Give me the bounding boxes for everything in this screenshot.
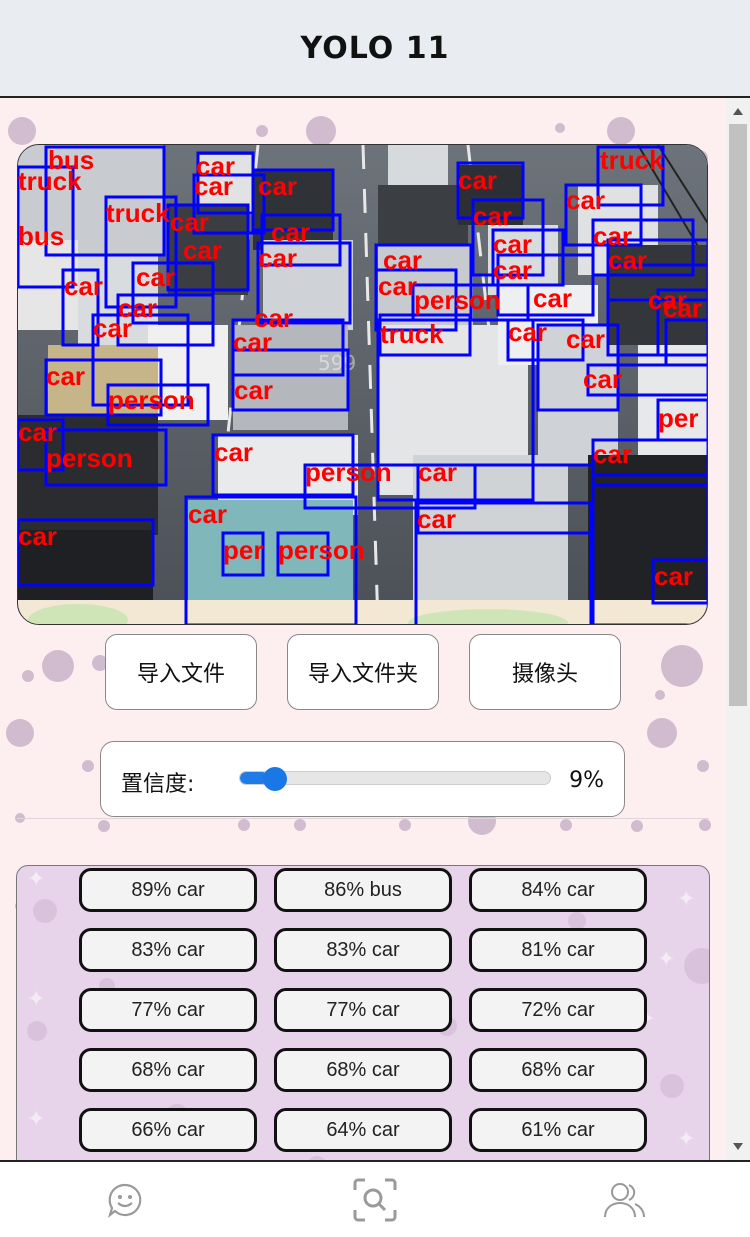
svg-text:truck: truck bbox=[106, 198, 170, 228]
bottom-tab-bar bbox=[0, 1160, 750, 1237]
result-chip[interactable]: 89% car bbox=[79, 868, 257, 912]
svg-text:✦: ✦ bbox=[27, 1107, 45, 1132]
svg-text:car: car bbox=[234, 375, 273, 405]
result-chip[interactable]: 84% car bbox=[469, 868, 647, 912]
svg-text:truck: truck bbox=[380, 319, 444, 349]
svg-text:car: car bbox=[258, 171, 297, 201]
result-chip[interactable]: 66% car bbox=[79, 1108, 257, 1152]
divider bbox=[17, 818, 709, 819]
svg-text:person: person bbox=[46, 443, 133, 473]
svg-text:✦: ✦ bbox=[657, 947, 675, 972]
svg-text:car: car bbox=[493, 255, 532, 285]
import-file-button[interactable]: 导入文件 bbox=[105, 634, 257, 710]
svg-text:per: per bbox=[223, 535, 263, 565]
svg-text:car: car bbox=[508, 317, 547, 347]
svg-text:car: car bbox=[188, 499, 227, 529]
svg-text:car: car bbox=[170, 207, 209, 237]
results-grid: 89% car 86% bus 84% car 83% car 83% car 81% c… bbox=[79, 868, 647, 1152]
result-chip[interactable]: 86% bus bbox=[274, 868, 452, 912]
svg-text:person: person bbox=[414, 285, 501, 315]
result-chip[interactable]: 77% car bbox=[79, 988, 257, 1032]
vertical-scrollbar[interactable] bbox=[726, 98, 750, 1160]
svg-text:car: car bbox=[566, 185, 605, 215]
confidence-slider-thumb[interactable] bbox=[263, 767, 288, 791]
results-panel[interactable]: ✦✦✦ ✦✦✦ ✦✦✦ 89% car86% bus84% car83% car… bbox=[16, 865, 710, 1160]
svg-text:✦: ✦ bbox=[677, 1127, 695, 1152]
result-chip[interactable]: 64% car bbox=[274, 1108, 452, 1152]
svg-text:car: car bbox=[593, 439, 632, 469]
result-chip[interactable]: 68% car bbox=[274, 1048, 452, 1092]
result-chip[interactable]: 77% car bbox=[274, 988, 452, 1032]
confidence-panel: 置信度: 9% bbox=[100, 741, 625, 817]
svg-text:car: car bbox=[608, 245, 647, 275]
svg-text:car: car bbox=[18, 521, 57, 551]
svg-text:truck: truck bbox=[600, 145, 664, 175]
svg-text:car: car bbox=[183, 235, 222, 265]
result-chip[interactable]: 83% car bbox=[274, 928, 452, 972]
svg-text:bus: bus bbox=[18, 221, 64, 251]
svg-text:car: car bbox=[566, 324, 605, 354]
result-chip[interactable]: 68% car bbox=[79, 1048, 257, 1092]
app-header: YOLO 11 bbox=[0, 0, 750, 98]
svg-text:truck: truck bbox=[18, 166, 82, 196]
scrollbar-thumb[interactable] bbox=[729, 124, 747, 706]
watermark-text: 599 bbox=[318, 351, 356, 375]
main-content[interactable]: 599 bus truck truck bus car car car car … bbox=[0, 98, 726, 1160]
scroll-down-arrow-icon[interactable] bbox=[733, 1143, 743, 1150]
svg-text:✦: ✦ bbox=[27, 987, 45, 1012]
svg-text:✦: ✦ bbox=[677, 887, 695, 912]
result-chip[interactable]: 83% car bbox=[79, 928, 257, 972]
confidence-value: 9% bbox=[569, 768, 604, 793]
result-chip[interactable]: 68% car bbox=[469, 1048, 647, 1092]
svg-text:car: car bbox=[64, 271, 103, 301]
smiley-icon bbox=[107, 1183, 142, 1218]
svg-text:car: car bbox=[473, 201, 512, 231]
svg-text:car: car bbox=[233, 327, 272, 357]
svg-text:car: car bbox=[93, 313, 132, 343]
svg-text:person: person bbox=[108, 385, 195, 415]
svg-text:car: car bbox=[417, 504, 456, 534]
svg-text:car: car bbox=[458, 165, 497, 195]
svg-text:car: car bbox=[378, 271, 417, 301]
svg-text:car: car bbox=[258, 243, 297, 273]
result-chip[interactable]: 72% car bbox=[469, 988, 647, 1032]
svg-text:car: car bbox=[654, 561, 693, 591]
svg-text:per: per bbox=[658, 403, 698, 433]
detection-image: 599 bus truck truck bus car car car car … bbox=[17, 144, 708, 625]
tab-chat[interactable] bbox=[85, 1170, 165, 1230]
svg-text:car: car bbox=[214, 437, 253, 467]
users-icon bbox=[604, 1182, 645, 1217]
scroll-up-arrow-icon[interactable] bbox=[733, 108, 743, 115]
result-chip[interactable]: 81% car bbox=[469, 928, 647, 972]
svg-text:car: car bbox=[583, 364, 622, 394]
confidence-label: 置信度: bbox=[121, 772, 195, 797]
svg-text:person: person bbox=[278, 535, 365, 565]
svg-text:person: person bbox=[305, 457, 392, 487]
svg-text:✦: ✦ bbox=[27, 867, 45, 892]
scan-search-icon bbox=[353, 1178, 397, 1221]
svg-text:car: car bbox=[663, 293, 702, 323]
svg-text:car: car bbox=[194, 171, 233, 201]
tab-profile[interactable] bbox=[585, 1170, 665, 1230]
svg-text:car: car bbox=[533, 283, 572, 313]
svg-text:car: car bbox=[136, 262, 175, 292]
tab-detect[interactable] bbox=[335, 1170, 415, 1230]
svg-text:car: car bbox=[418, 457, 457, 487]
traffic-scene: 599 bus truck truck bus car car car car … bbox=[18, 145, 707, 624]
camera-button[interactable]: 摄像头 bbox=[469, 634, 621, 710]
import-folder-button[interactable]: 导入文件夹 bbox=[287, 634, 439, 710]
result-chip[interactable]: 61% car bbox=[469, 1108, 647, 1152]
page-title: YOLO 11 bbox=[300, 30, 450, 66]
svg-text:car: car bbox=[46, 361, 85, 391]
action-buttons: 导入文件 导入文件夹 摄像头 bbox=[105, 634, 621, 710]
